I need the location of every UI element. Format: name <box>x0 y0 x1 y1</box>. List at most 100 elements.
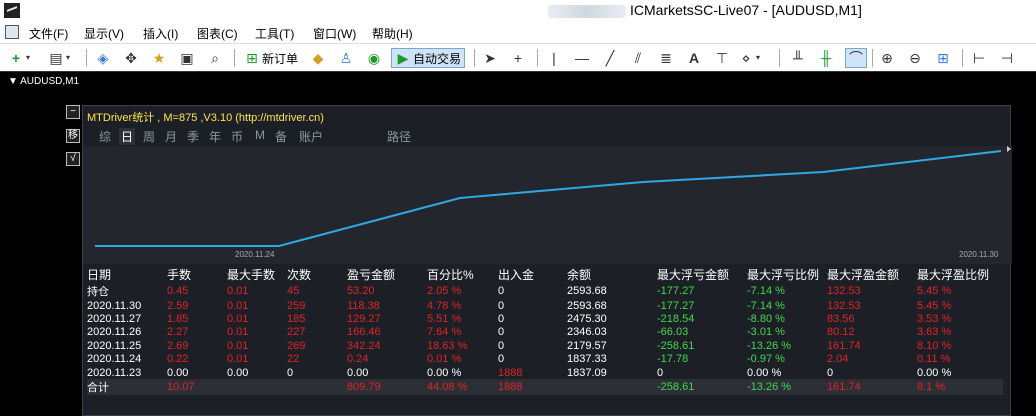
symbol-text: AUDUSD,M1 <box>20 76 80 87</box>
menu-tools[interactable]: 工具(T) <box>255 25 294 42</box>
menu-view[interactable]: 显示(V) <box>84 25 124 42</box>
table-cell: 0.01 <box>227 299 249 312</box>
new-order-icon: ⊞ <box>246 50 258 66</box>
table-cell: 手数 <box>167 268 192 282</box>
table-cell: -13.26 % <box>747 379 827 396</box>
table-cell: 出入金 <box>498 268 535 282</box>
vertical-line-tool[interactable]: | <box>546 48 562 68</box>
dropdown-arrow-icon: ▾ <box>65 53 70 62</box>
table-cell: 2.05 % <box>427 285 462 297</box>
cursor-tool[interactable]: ➤ <box>482 48 498 68</box>
table-total-row: 合计 10.07 809.79 44.08 % 1888 -258.61 -13.26 % 1… <box>87 379 1003 396</box>
label-tool[interactable]: ⊤ <box>714 48 730 68</box>
new-chart-button[interactable]: + ▾ <box>8 48 32 68</box>
system-menu-icon[interactable] <box>5 25 19 39</box>
table-cell: 最大浮亏金额 <box>657 268 730 282</box>
autoscroll-button[interactable]: ⊣ <box>999 48 1015 68</box>
table-cell: 0 <box>498 299 505 312</box>
table-cell: 0.00 % <box>747 366 782 379</box>
community-button[interactable]: ♙ <box>338 48 354 68</box>
terminal-button[interactable]: ▣ <box>179 48 195 68</box>
table-cell: 0.11 % <box>917 353 951 366</box>
tab-currency[interactable]: 币 <box>231 128 243 145</box>
table-cell: 0.01 % <box>427 353 462 366</box>
check-panel-button[interactable]: √ <box>66 152 80 166</box>
chart-end-date: 2020.11.30 <box>959 250 999 259</box>
table-cell: 1888 <box>498 379 567 396</box>
tab-magic[interactable]: M <box>255 128 265 142</box>
crosshair-tool[interactable]: + <box>510 48 526 68</box>
profiles-button[interactable]: ▤ ▾ <box>48 48 72 68</box>
navigator-button[interactable]: ★ <box>151 48 167 68</box>
signals-button[interactable]: ◉ <box>366 48 382 68</box>
menu-help[interactable]: 帮助(H) <box>372 25 413 42</box>
tab-backup[interactable]: 备 <box>275 128 287 145</box>
table-cell: 166.46 <box>347 326 381 339</box>
auto-trading-label: 自动交易 <box>413 51 462 66</box>
chart-shift-button[interactable]: ⊢ <box>971 48 987 68</box>
fibonacci-tool[interactable]: ≣ <box>658 48 674 68</box>
table-cell: 0.00 % <box>917 366 952 379</box>
crosshair-icon: + <box>513 50 523 66</box>
table-cell: 合计 <box>87 379 167 396</box>
toolbar-separator <box>234 49 235 67</box>
toolbar-separator <box>474 49 475 67</box>
profiles-icon: ▤ <box>49 50 63 66</box>
tab-path[interactable]: 路径 <box>387 128 411 145</box>
table-cell: 2346.03 <box>567 326 607 339</box>
table-cell: 2593.68 <box>567 285 607 297</box>
table-cell: 0.01 <box>227 313 249 326</box>
table-cell: -258.61 <box>657 379 747 396</box>
new-order-button[interactable]: ⊞ 新订单 <box>240 48 302 68</box>
menu-insert[interactable]: 插入(I) <box>143 25 178 42</box>
table-cell: -177.27 <box>657 299 695 312</box>
tab-summary[interactable]: 综 <box>99 128 111 145</box>
table-cell: 809.79 <box>347 379 427 396</box>
trendline-tool[interactable]: ╱ <box>602 48 618 68</box>
minimize-panel-button[interactable]: − <box>66 105 80 119</box>
channel-tool[interactable]: ⫽ <box>630 48 646 68</box>
candlestick-button[interactable]: ╫ <box>818 48 834 68</box>
table-cell: 18.63 % <box>427 339 468 352</box>
table-cell: 5.45 % <box>917 299 952 312</box>
zoom-out-button[interactable]: ⊖ <box>907 48 923 68</box>
menu-window[interactable]: 窗口(W) <box>313 25 356 42</box>
move-panel-button[interactable]: 移 <box>66 129 80 143</box>
table-cell: 269 <box>287 339 306 352</box>
tab-year[interactable]: 年 <box>209 128 221 145</box>
shapes-tool[interactable]: ⋄ ▾ <box>738 48 762 68</box>
table-cell: 2020.11.26 <box>87 326 142 339</box>
chart-start-date: 2020.11.24 <box>235 250 275 259</box>
trendline-icon: ╱ <box>605 50 615 66</box>
tab-day[interactable]: 日 <box>119 128 136 145</box>
table-cell: 最大浮盈比例 <box>917 268 990 282</box>
meta-editor-button[interactable]: ◆ <box>310 48 326 68</box>
bar-chart-button[interactable]: ╨ <box>790 48 806 68</box>
table-cell: 最大浮亏比例 <box>747 268 820 282</box>
menu-file[interactable]: 文件(F) <box>29 25 68 42</box>
text-tool[interactable]: A <box>686 48 702 68</box>
auto-trading-button[interactable]: ▶ 自动交易 <box>391 48 466 68</box>
line-chart-button[interactable]: ⌒ <box>845 48 867 68</box>
tab-quarter[interactable]: 季 <box>187 128 199 145</box>
table-cell: 0.24 <box>347 353 369 366</box>
zoom-in-button[interactable]: ⊕ <box>879 48 895 68</box>
table-cell: 2593.68 <box>567 299 607 312</box>
table-cell: 0.22 <box>167 353 189 366</box>
market-watch-button[interactable]: ◈ <box>95 48 111 68</box>
star-folder-icon: ★ <box>152 50 166 66</box>
tab-month[interactable]: 月 <box>165 128 177 145</box>
triangle-down-icon: ▼ <box>8 76 21 87</box>
tab-account[interactable]: 账户 <box>299 128 323 145</box>
table-cell: 2020.11.30 <box>87 299 142 312</box>
menu-chart[interactable]: 图表(C) <box>197 25 238 42</box>
table-cell: 3.53 % <box>917 313 952 326</box>
tab-week[interactable]: 周 <box>143 128 155 145</box>
strategy-tester-button[interactable]: ⌕ <box>207 48 223 68</box>
table-cell: 最大手数 <box>227 268 276 282</box>
horizontal-line-tool[interactable]: — <box>574 48 590 68</box>
tile-windows-button[interactable]: ⊞ <box>935 48 951 68</box>
table-cell: 45 <box>287 285 300 297</box>
chart-window[interactable]: ▼ AUDUSD,M1 − 移 √ MTDriver统计 , M=875 ,V3… <box>0 71 1036 416</box>
data-window-button[interactable]: ✥ <box>123 48 139 68</box>
